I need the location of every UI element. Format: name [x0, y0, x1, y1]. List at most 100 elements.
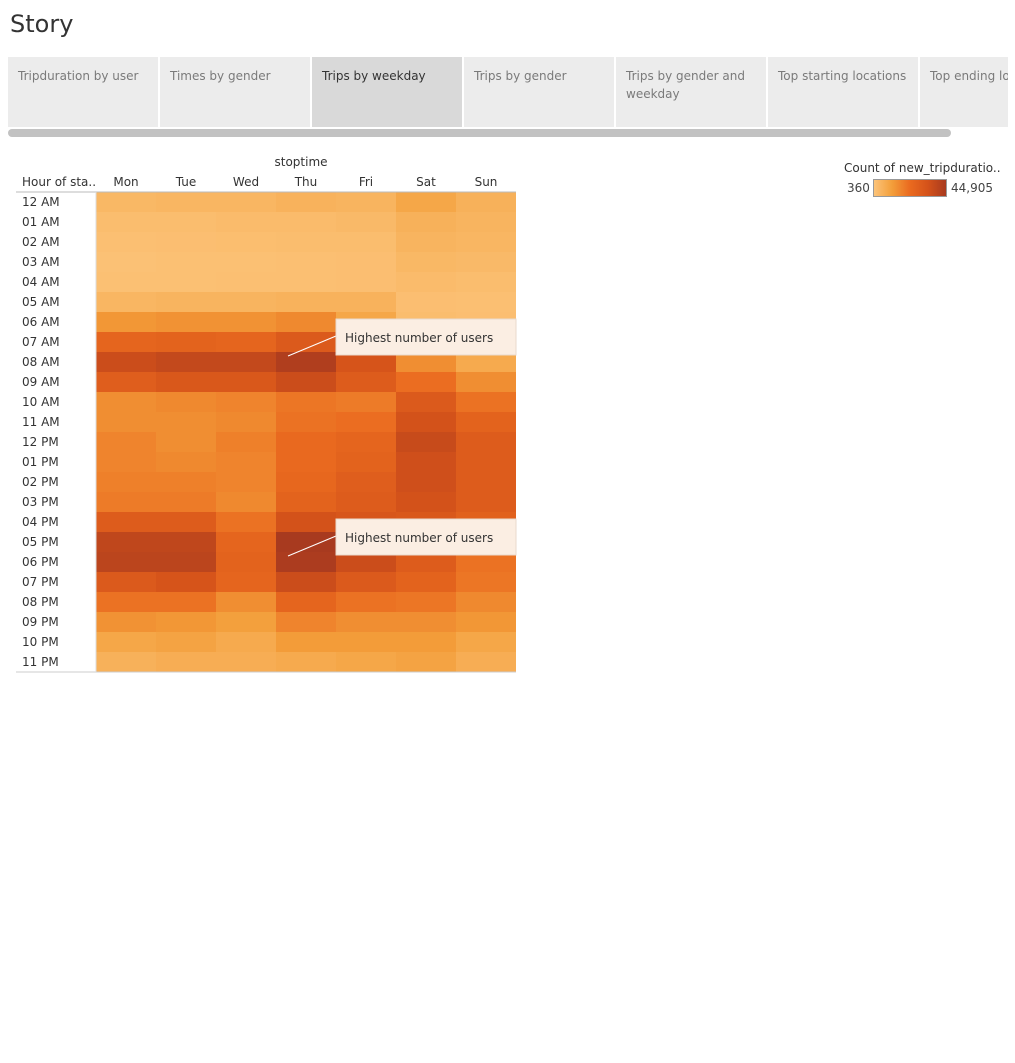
- heatmap-cell[interactable]: [96, 492, 156, 512]
- heatmap-cell[interactable]: [396, 472, 456, 492]
- heatmap-cell[interactable]: [456, 592, 516, 612]
- story-point-tab-6[interactable]: Top starting locations: [768, 57, 918, 127]
- heatmap-cell[interactable]: [96, 392, 156, 412]
- heatmap-cell[interactable]: [156, 492, 216, 512]
- heatmap-cell[interactable]: [456, 232, 516, 252]
- heatmap-cell[interactable]: [156, 412, 216, 432]
- heatmap-cell[interactable]: [456, 372, 516, 392]
- heatmap-cell[interactable]: [156, 532, 216, 552]
- heatmap-cell[interactable]: [396, 432, 456, 452]
- heatmap-cell[interactable]: [336, 252, 396, 272]
- heatmap-cell[interactable]: [216, 352, 276, 372]
- heatmap-cell[interactable]: [276, 232, 336, 252]
- heatmap-cell[interactable]: [396, 492, 456, 512]
- heatmap-cell[interactable]: [216, 372, 276, 392]
- heatmap-cell[interactable]: [156, 452, 216, 472]
- heatmap-cell[interactable]: [216, 632, 276, 652]
- heatmap-cell[interactable]: [456, 252, 516, 272]
- heatmap-cell[interactable]: [396, 212, 456, 232]
- heatmap-cell[interactable]: [156, 332, 216, 352]
- heatmap-cell[interactable]: [336, 272, 396, 292]
- heatmap-cell[interactable]: [156, 192, 216, 212]
- heatmap-cell[interactable]: [96, 332, 156, 352]
- heatmap-cell[interactable]: [396, 392, 456, 412]
- heatmap-cell[interactable]: [276, 372, 336, 392]
- heatmap-cell[interactable]: [96, 272, 156, 292]
- heatmap-cell[interactable]: [216, 572, 276, 592]
- heatmap-cell[interactable]: [156, 592, 216, 612]
- heatmap-cell[interactable]: [276, 392, 336, 412]
- heatmap-cell[interactable]: [276, 652, 336, 672]
- heatmap-cell[interactable]: [156, 372, 216, 392]
- heatmap-cell[interactable]: [216, 432, 276, 452]
- heatmap-cell[interactable]: [276, 272, 336, 292]
- heatmap-cell[interactable]: [216, 392, 276, 412]
- navigator-scrollbar[interactable]: [8, 129, 951, 137]
- heatmap-cell[interactable]: [396, 612, 456, 632]
- heatmap-cell[interactable]: [96, 592, 156, 612]
- heatmap-cell[interactable]: [216, 292, 276, 312]
- heatmap-cell[interactable]: [276, 212, 336, 232]
- heatmap-cell[interactable]: [216, 492, 276, 512]
- heatmap-cell[interactable]: [96, 632, 156, 652]
- heatmap-cell[interactable]: [336, 632, 396, 652]
- heatmap-cell[interactable]: [276, 552, 336, 572]
- heatmap-cell[interactable]: [396, 652, 456, 672]
- heatmap-cell[interactable]: [216, 212, 276, 232]
- heatmap-cell[interactable]: [336, 452, 396, 472]
- heatmap-cell[interactable]: [396, 372, 456, 392]
- heatmap-cell[interactable]: [156, 472, 216, 492]
- heatmap-cell[interactable]: [336, 212, 396, 232]
- heatmap-cell[interactable]: [276, 472, 336, 492]
- heatmap-cell[interactable]: [276, 292, 336, 312]
- heatmap-cell[interactable]: [96, 352, 156, 372]
- heatmap-cell[interactable]: [336, 572, 396, 592]
- heatmap-cell[interactable]: [396, 412, 456, 432]
- heatmap-cell[interactable]: [96, 452, 156, 472]
- heatmap-cell[interactable]: [96, 612, 156, 632]
- heatmap-cell[interactable]: [456, 492, 516, 512]
- heatmap-cell[interactable]: [456, 412, 516, 432]
- heatmap-cell[interactable]: [96, 552, 156, 572]
- heatmap-cell[interactable]: [336, 652, 396, 672]
- heatmap-cell[interactable]: [156, 552, 216, 572]
- heatmap-cell[interactable]: [276, 492, 336, 512]
- heatmap-cell[interactable]: [336, 492, 396, 512]
- heatmap-cell[interactable]: [396, 272, 456, 292]
- heatmap-cell[interactable]: [216, 592, 276, 612]
- heatmap-cell[interactable]: [396, 232, 456, 252]
- heatmap-cell[interactable]: [216, 232, 276, 252]
- heatmap-cell[interactable]: [396, 632, 456, 652]
- heatmap-cell[interactable]: [216, 412, 276, 432]
- heatmap-cell[interactable]: [216, 452, 276, 472]
- heatmap-cell[interactable]: [156, 352, 216, 372]
- heatmap-cell[interactable]: [396, 252, 456, 272]
- heatmap-cell[interactable]: [156, 232, 216, 252]
- heatmap-cell[interactable]: [276, 512, 336, 532]
- heatmap-cell[interactable]: [396, 192, 456, 212]
- heatmap-cell[interactable]: [396, 592, 456, 612]
- heatmap-cell[interactable]: [216, 512, 276, 532]
- heatmap-cell[interactable]: [96, 532, 156, 552]
- heatmap-cell[interactable]: [96, 312, 156, 332]
- heatmap-cell[interactable]: [396, 452, 456, 472]
- heatmap-cell[interactable]: [96, 292, 156, 312]
- heatmap-cell[interactable]: [156, 272, 216, 292]
- heatmap-cell[interactable]: [216, 192, 276, 212]
- heatmap-cell[interactable]: [276, 352, 336, 372]
- heatmap-cell[interactable]: [276, 252, 336, 272]
- heatmap-cell[interactable]: [336, 392, 396, 412]
- heatmap-cell[interactable]: [216, 472, 276, 492]
- heatmap-cell[interactable]: [336, 612, 396, 632]
- heatmap-cell[interactable]: [456, 572, 516, 592]
- heatmap-cell[interactable]: [156, 432, 216, 452]
- heatmap-cell[interactable]: [336, 372, 396, 392]
- heatmap-cell[interactable]: [96, 212, 156, 232]
- heatmap-cell[interactable]: [456, 392, 516, 412]
- story-point-tab-5[interactable]: Trips by gender and weekday: [616, 57, 766, 127]
- heatmap-cell[interactable]: [396, 292, 456, 312]
- heatmap-cell[interactable]: [276, 452, 336, 472]
- story-point-tab-3[interactable]: Trips by weekday: [312, 57, 462, 127]
- heatmap-cell[interactable]: [216, 652, 276, 672]
- heatmap-cell[interactable]: [96, 192, 156, 212]
